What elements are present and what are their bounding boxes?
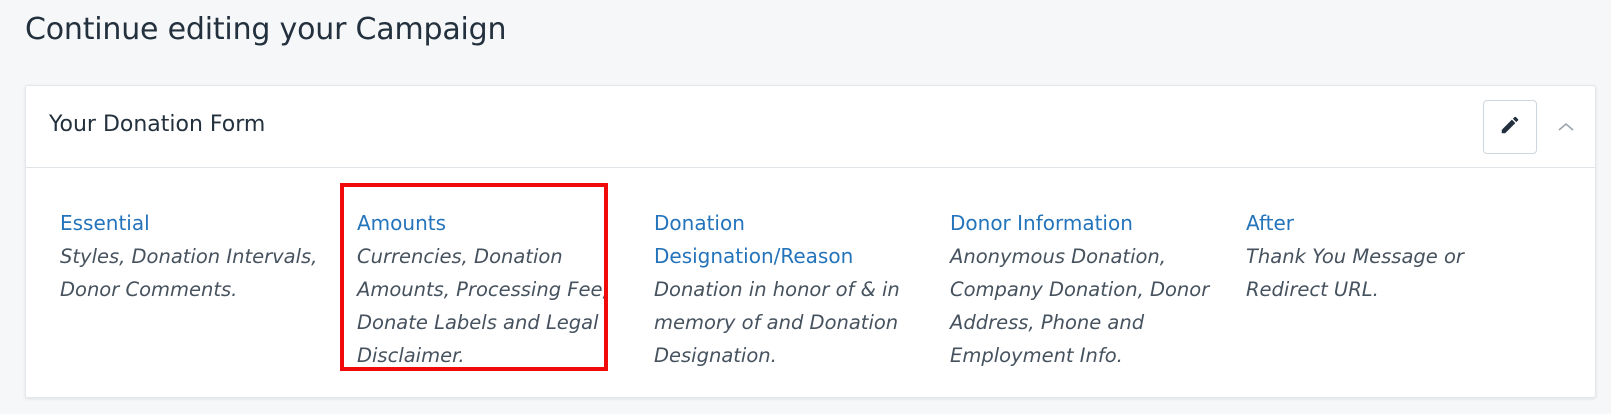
section-after: After Thank You Message or Redirect URL. (1246, 207, 1511, 306)
section-title-donation-designation[interactable]: Donation Designation/Reason (654, 207, 919, 273)
section-donor-information: Donor Information Anonymous Donation, Co… (950, 207, 1215, 372)
section-description-amounts: Currencies, Donation Amounts, Processing… (357, 245, 609, 367)
page-title: Continue editing your Campaign (25, 12, 507, 47)
section-description-donor-information: Anonymous Donation, Company Donation, Do… (950, 245, 1210, 367)
section-amounts: Amounts Currencies, Donation Amounts, Pr… (357, 207, 622, 372)
section-title-essential[interactable]: Essential (60, 207, 325, 240)
section-title-amounts[interactable]: Amounts (357, 207, 622, 240)
chevron-up-icon (1557, 118, 1575, 137)
form-sections: Essential Styles, Donation Intervals, Do… (26, 169, 1595, 399)
section-donation-designation: Donation Designation/Reason Donation in … (654, 207, 919, 372)
card-header: Your Donation Form (26, 86, 1595, 168)
section-title-after[interactable]: After (1246, 207, 1511, 240)
section-description-after: Thank You Message or Redirect URL. (1246, 245, 1464, 301)
section-title-donor-information[interactable]: Donor Information (950, 207, 1215, 240)
donation-form-card: Your Donation Form Essential Styles, Don… (25, 85, 1596, 398)
edit-button[interactable] (1483, 100, 1537, 154)
card-title: Your Donation Form (49, 112, 266, 137)
section-essential: Essential Styles, Donation Intervals, Do… (60, 207, 325, 306)
pencil-icon (1499, 114, 1521, 140)
section-description-donation-designation: Donation in honor of & in memory of and … (654, 278, 900, 367)
section-description-essential: Styles, Donation Intervals, Donor Commen… (60, 245, 318, 301)
collapse-button[interactable] (1553, 114, 1579, 140)
